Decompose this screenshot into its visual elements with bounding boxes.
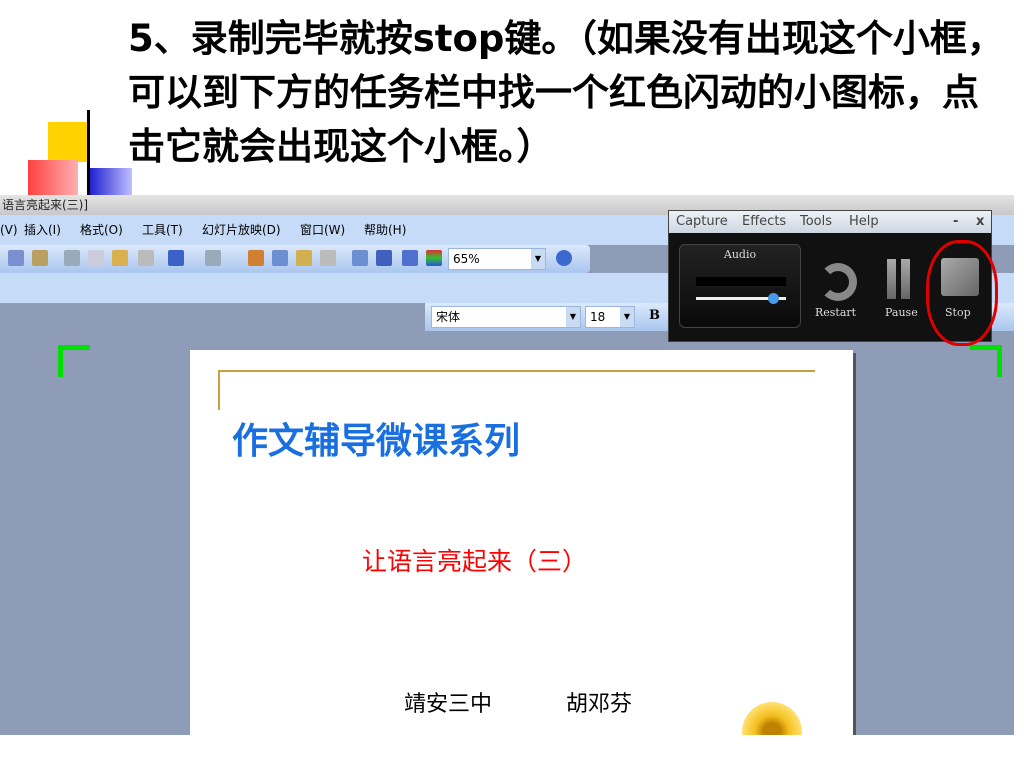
hyperlink-icon[interactable] [320,250,336,266]
font-size-value: 18 [590,310,606,324]
audio-slider-knob[interactable] [767,293,779,304]
recorder-menu: Capture Effects Tools Help - x [669,211,991,233]
audio-group: Audio [679,244,801,328]
format-painter-icon[interactable] [138,250,154,266]
font-size-select[interactable]: 18 ▼ [585,306,635,328]
color-grayscale-icon[interactable] [426,250,442,266]
decor-red-square [28,160,78,200]
recorder-menu-help[interactable]: Help [849,211,879,233]
formatting-icon[interactable] [376,250,392,266]
menu-window[interactable]: 窗口(W) [300,215,345,245]
help-icon[interactable] [556,250,572,266]
font-name-value: 宋体 [436,310,461,324]
restart-label[interactable]: Restart [815,306,856,319]
standard-toolbar: 65% ▼ [0,245,590,273]
chart-icon[interactable] [248,250,264,266]
recorder-menu-tools[interactable]: Tools [800,211,832,233]
zoom-value: 65% [453,252,480,266]
tables-borders-icon[interactable] [296,250,312,266]
menu-view[interactable]: (V) [0,215,18,245]
stop-highlight-circle [926,240,998,346]
pause-label[interactable]: Pause [885,306,918,319]
powerpoint-screenshot: 语言亮起来(三)] (V) 插入(I) 格式(O) 工具(T) 幻灯片放映(D)… [0,195,1014,735]
pause-icon[interactable] [887,259,896,299]
slide-subtitle: 让语言亮起来（三） [362,547,588,576]
menu-insert[interactable]: 插入(I) [24,215,61,245]
chevron-down-icon[interactable]: ▼ [620,307,634,327]
chevron-down-icon[interactable]: ▼ [566,307,580,327]
undo-icon[interactable] [168,250,184,266]
menu-format[interactable]: 格式(O) [80,215,123,245]
chevron-down-icon[interactable]: ▼ [531,249,545,269]
audio-label: Audio [723,248,757,261]
flower-image [742,702,802,735]
gold-rule-vertical [218,370,220,410]
slide-canvas[interactable]: 作文辅导微课系列 让语言亮起来（三） 靖安三中 胡邓芬 [190,350,853,735]
paste-icon[interactable] [112,250,128,266]
menu-slideshow[interactable]: 幻灯片放映(D) [202,215,281,245]
menu-help[interactable]: 帮助(H) [364,215,406,245]
capture-corner-top-right [970,345,1002,377]
capture-corner-top-left [58,345,90,377]
redo-icon[interactable] [205,250,221,266]
expand-icon[interactable] [352,250,368,266]
close-button[interactable]: x [976,211,984,233]
copy-icon[interactable] [88,250,104,266]
spelling-icon[interactable] [8,250,24,266]
recorder-menu-capture[interactable]: Capture [676,211,728,233]
slide-title: 作文辅导微课系列 [232,421,521,462]
decor-line [87,110,90,200]
audio-slider[interactable] [696,293,786,304]
research-icon[interactable] [32,250,48,266]
decor-yellow-square [48,122,88,162]
recorder-menu-effects[interactable]: Effects [742,211,786,233]
zoom-select[interactable]: 65% ▼ [448,248,546,270]
author-name: 胡邓芬 [566,692,633,717]
audio-meter [696,277,786,286]
slide-heading: 5、录制完毕就按stop键。（如果没有出现这个小框，可以到下方的任务栏中找一个红… [128,17,1004,168]
minimize-button[interactable]: - [953,211,958,233]
menu-tools[interactable]: 工具(T) [142,215,183,245]
bold-button[interactable]: B [649,308,660,323]
table-icon[interactable] [272,250,288,266]
font-name-select[interactable]: 宋体 ▼ [431,306,581,328]
grid-icon[interactable] [402,250,418,266]
gold-rule [218,370,815,372]
cut-icon[interactable] [64,250,80,266]
author-school: 靖安三中 [404,692,493,717]
restart-icon[interactable] [819,263,857,301]
